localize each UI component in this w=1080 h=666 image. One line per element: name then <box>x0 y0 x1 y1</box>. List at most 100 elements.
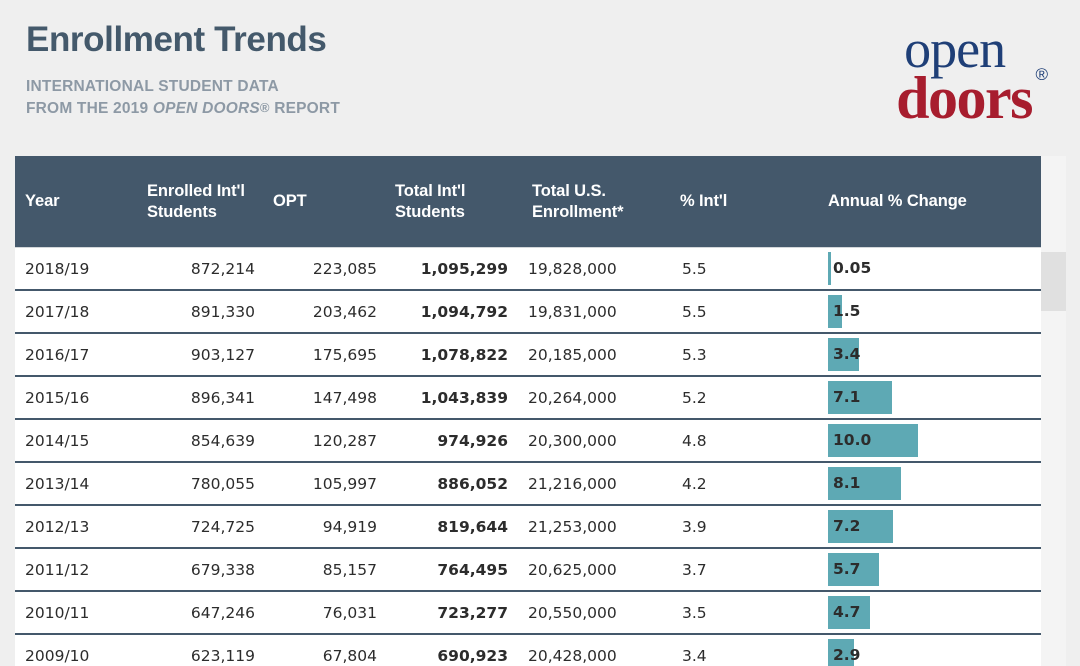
table-row: 2009/10 623,119 67,804 690,923 20,428,000 3.4… <box>15 634 1041 666</box>
cell-pct-intl: 5.5 <box>680 247 814 291</box>
vertical-scrollbar-thumb[interactable] <box>1041 252 1066 311</box>
column-header-enrolled-intl-students[interactable]: Enrolled Int'l Students <box>131 156 273 248</box>
cell-pct-intl: 4.8 <box>680 419 814 463</box>
column-header-opt[interactable]: OPT <box>273 156 395 248</box>
enrollment-table-container: Year Enrolled Int'l Students OPT Total I… <box>15 156 1041 666</box>
cell-enrolled-intl-students: 623,119 <box>131 634 273 666</box>
cell-total-us-enrollment: 20,264,000 <box>526 376 680 420</box>
cell-total-intl-students: 819,644 <box>395 505 526 549</box>
cell-annual-pct-change: 5.7 <box>814 548 1041 592</box>
column-header-year-line1: Year <box>25 192 60 210</box>
cell-opt: 105,997 <box>273 462 395 506</box>
annual-change-value: 5.7 <box>833 560 861 578</box>
cell-enrolled-intl-students: 724,725 <box>131 505 273 549</box>
table-row: 2010/11 647,246 76,031 723,277 20,550,000 3.5… <box>15 591 1041 635</box>
cell-enrolled-intl-students: 780,055 <box>131 462 273 506</box>
column-header-total-intl-line2: Students <box>395 202 465 221</box>
cell-pct-intl: 3.7 <box>680 548 814 592</box>
cell-pct-intl: 5.5 <box>680 290 814 334</box>
table-row: 2018/19 872,214 223,085 1,095,299 19,828,000… <box>15 247 1041 291</box>
cell-opt: 120,287 <box>273 419 395 463</box>
cell-year: 2017/18 <box>15 290 131 334</box>
open-doors-logo: open doors ® <box>896 22 1048 131</box>
column-header-total-us-enrollment[interactable]: Total U.S. Enrollment* <box>526 156 680 248</box>
page-header: Enrollment Trends INTERNATIONAL STUDENT … <box>26 18 826 119</box>
cell-year: 2018/19 <box>15 247 131 291</box>
cell-opt: 203,462 <box>273 290 395 334</box>
cell-total-us-enrollment: 19,828,000 <box>526 247 680 291</box>
cell-total-us-enrollment: 20,185,000 <box>526 333 680 377</box>
column-header-total-intl-students[interactable]: Total Int'l Students <box>395 156 526 248</box>
cell-total-intl-students: 1,094,792 <box>395 290 526 334</box>
cell-total-intl-students: 1,078,822 <box>395 333 526 377</box>
table-row: 2014/15 854,639 120,287 974,926 20,300,000 4.… <box>15 419 1041 463</box>
cell-annual-pct-change: 1.5 <box>814 290 1041 334</box>
cell-opt: 85,157 <box>273 548 395 592</box>
cell-enrolled-intl-students: 903,127 <box>131 333 273 377</box>
cell-opt: 76,031 <box>273 591 395 635</box>
annual-change-bar-holder: 8.1 <box>814 463 1041 504</box>
cell-pct-intl: 4.2 <box>680 462 814 506</box>
cell-opt: 67,804 <box>273 634 395 666</box>
cell-year: 2009/10 <box>15 634 131 666</box>
column-header-enrolled-line1: Enrolled Int'l <box>147 181 245 200</box>
cell-annual-pct-change: 8.1 <box>814 462 1041 506</box>
annual-change-bar-holder: 2.9 <box>814 635 1041 666</box>
cell-enrolled-intl-students: 679,338 <box>131 548 273 592</box>
table-row: 2017/18 891,330 203,462 1,094,792 19,831,000… <box>15 290 1041 334</box>
table-row: 2015/16 896,341 147,498 1,043,839 20,264,000… <box>15 376 1041 420</box>
column-header-annual-pct-change[interactable]: Annual % Change <box>814 156 1041 248</box>
page-title: Enrollment Trends <box>26 20 327 59</box>
cell-total-us-enrollment: 20,550,000 <box>526 591 680 635</box>
column-header-pct-intl-line1: % Int'l <box>680 192 728 210</box>
annual-change-value: 10.0 <box>833 431 872 449</box>
cell-annual-pct-change: 0.05 <box>814 247 1041 291</box>
annual-change-bar-holder: 7.2 <box>814 506 1041 547</box>
annual-change-value: 2.9 <box>833 646 861 664</box>
subtitle-line-2-suffix: REPORT <box>269 100 340 117</box>
logo-word-doors: doors <box>896 65 1033 131</box>
column-header-year[interactable]: Year <box>15 156 131 248</box>
annual-change-value: 7.1 <box>833 388 861 406</box>
column-header-total-us-line2: Enrollment* <box>532 202 624 221</box>
cell-total-us-enrollment: 19,831,000 <box>526 290 680 334</box>
annual-change-bar-holder: 7.1 <box>814 377 1041 418</box>
cell-opt: 147,498 <box>273 376 395 420</box>
subtitle-line-2: FROM THE 2019 OPEN DOORS® REPORT <box>26 97 826 119</box>
column-header-pct-intl[interactable]: % Int'l <box>680 156 814 248</box>
annual-change-value: 7.2 <box>833 517 861 535</box>
cell-total-us-enrollment: 20,300,000 <box>526 419 680 463</box>
cell-year: 2015/16 <box>15 376 131 420</box>
cell-year: 2014/15 <box>15 419 131 463</box>
cell-pct-intl: 5.2 <box>680 376 814 420</box>
subtitle-line-2-prefix: FROM THE 2019 <box>26 100 153 117</box>
column-header-total-intl-line1: Total Int'l <box>395 181 466 200</box>
column-header-annual-change-line1: Annual % Change <box>828 192 967 210</box>
cell-year: 2011/12 <box>15 548 131 592</box>
cell-annual-pct-change: 7.1 <box>814 376 1041 420</box>
cell-pct-intl: 5.3 <box>680 333 814 377</box>
cell-annual-pct-change: 3.4 <box>814 333 1041 377</box>
cell-annual-pct-change: 7.2 <box>814 505 1041 549</box>
cell-annual-pct-change: 4.7 <box>814 591 1041 635</box>
table-body: 2018/19 872,214 223,085 1,095,299 19,828,000… <box>15 247 1041 666</box>
cell-year: 2016/17 <box>15 333 131 377</box>
annual-change-bar-holder: 4.7 <box>814 592 1041 633</box>
table-row: 2013/14 780,055 105,997 886,052 21,216,000 4.… <box>15 462 1041 506</box>
cell-total-intl-students: 723,277 <box>395 591 526 635</box>
cell-opt: 94,919 <box>273 505 395 549</box>
column-header-enrolled-line2: Students <box>147 202 217 221</box>
cell-pct-intl: 3.4 <box>680 634 814 666</box>
cell-total-intl-students: 764,495 <box>395 548 526 592</box>
annual-change-value: 8.1 <box>833 474 861 492</box>
column-header-opt-line1: OPT <box>273 192 307 210</box>
table-header: Year Enrolled Int'l Students OPT Total I… <box>15 156 1041 248</box>
vertical-scrollbar-track[interactable] <box>1041 156 1066 666</box>
cell-total-us-enrollment: 20,625,000 <box>526 548 680 592</box>
cell-annual-pct-change: 10.0 <box>814 419 1041 463</box>
cell-annual-pct-change: 2.9 <box>814 634 1041 666</box>
cell-pct-intl: 3.5 <box>680 591 814 635</box>
annual-change-value: 3.4 <box>833 345 861 363</box>
subtitle-line-1: INTERNATIONAL STUDENT DATA <box>26 78 279 95</box>
cell-total-us-enrollment: 21,253,000 <box>526 505 680 549</box>
